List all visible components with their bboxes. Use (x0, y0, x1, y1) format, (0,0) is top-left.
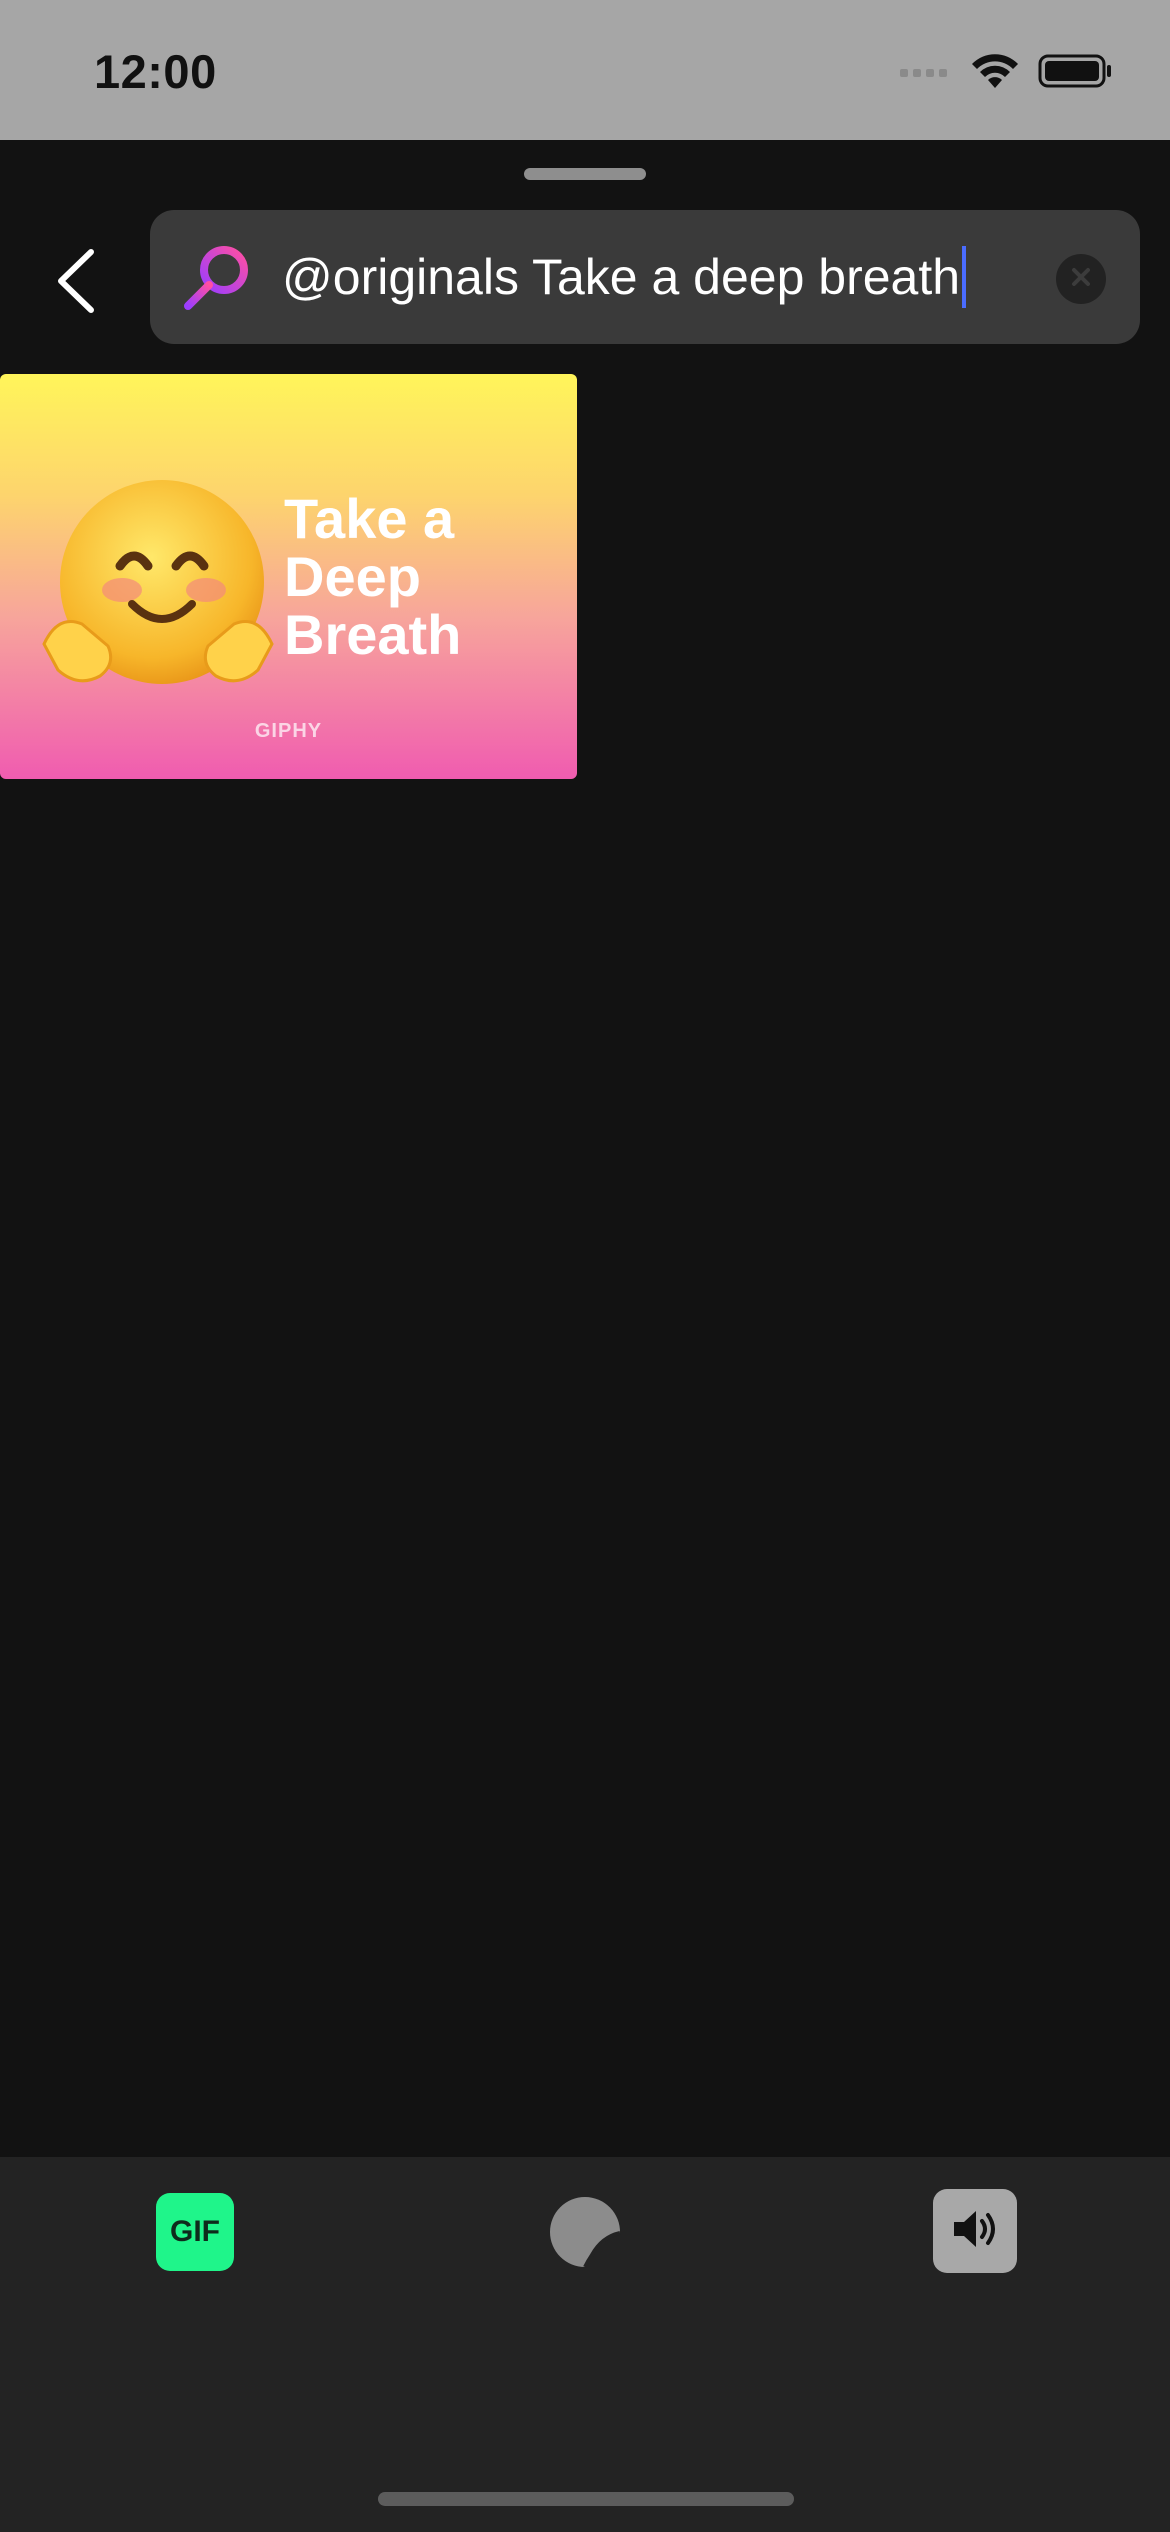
clear-icon (1069, 265, 1093, 294)
cellular-signal-icon (898, 61, 952, 86)
chevron-left-icon (53, 246, 97, 321)
sheet-grabber[interactable] (524, 168, 646, 180)
gif-caption-line: Breath (284, 603, 462, 666)
speaker-icon (950, 2207, 1000, 2256)
home-indicator (378, 2492, 794, 2506)
gif-result-tile[interactable]: Take a Deep Breath GIPHY (0, 374, 577, 779)
clear-search-button[interactable] (1056, 254, 1106, 304)
search-bar[interactable]: @originals Take a deep breath (150, 210, 1140, 344)
giphy-watermark: GIPHY (254, 720, 323, 742)
status-bar: 12:00 (0, 0, 1170, 140)
search-icon (180, 240, 254, 314)
gif-tab[interactable]: GIF (156, 2193, 234, 2271)
gif-caption-line: Take a (284, 487, 455, 550)
status-icons (898, 52, 1114, 95)
bottom-tab-bar: GIF (0, 2157, 1170, 2532)
sticker-icon (546, 2197, 624, 2275)
gif-caption: Take a Deep Breath (284, 490, 461, 664)
sticker-tab[interactable] (546, 2193, 624, 2271)
search-input[interactable]: @originals Take a deep breath (282, 210, 1042, 344)
wifi-icon (970, 52, 1020, 95)
status-time: 12:00 (94, 45, 217, 98)
back-button[interactable] (40, 238, 110, 328)
text-caret (962, 246, 967, 308)
sound-toggle-button[interactable] (933, 2189, 1017, 2273)
battery-icon (1038, 53, 1114, 94)
gif-caption-line: Deep (284, 545, 421, 608)
hugging-face-emoji (38, 474, 278, 714)
search-query-text: @originals Take a deep breath (282, 249, 961, 305)
